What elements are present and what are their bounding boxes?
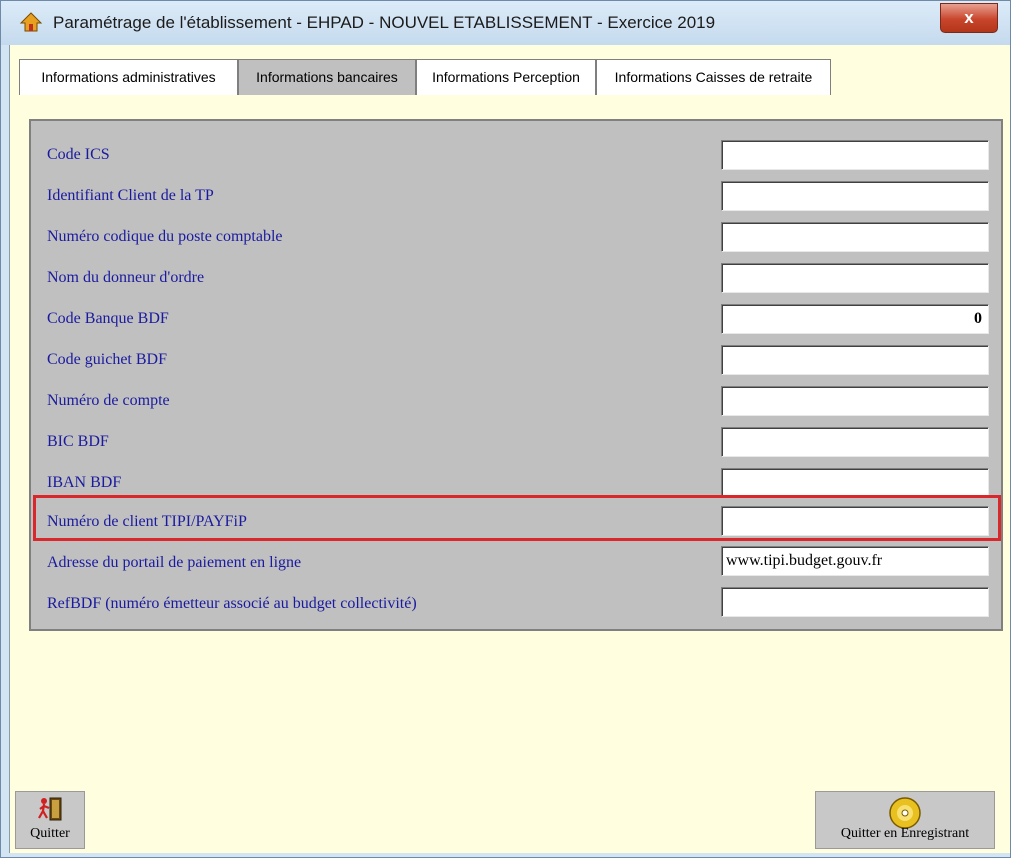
label-iban-bdf: IBAN BDF: [47, 474, 122, 491]
input-adresse-portail[interactable]: www.tipi.budget.gouv.fr: [721, 546, 989, 576]
tab-informations-bancaires[interactable]: Informations bancaires: [238, 59, 416, 95]
input-numero-de-compte[interactable]: [721, 386, 989, 416]
label-adresse-portail: Adresse du portail de paiement en ligne: [47, 554, 302, 571]
close-button[interactable]: x: [940, 3, 998, 33]
input-code-guichet-bdf[interactable]: [721, 345, 989, 375]
input-numero-codique[interactable]: [721, 222, 989, 252]
tab-informations-perception[interactable]: Informations Perception: [416, 59, 596, 95]
label-refbdf: RefBDF (numéro émetteur associé au budge…: [47, 595, 417, 612]
input-refbdf[interactable]: [721, 587, 989, 617]
input-code-banque-bdf[interactable]: 0: [721, 304, 989, 334]
highlight-box: [33, 495, 1001, 541]
window-title: Paramétrage de l'établissement - EHPAD -…: [53, 13, 716, 32]
input-iban-bdf[interactable]: [721, 468, 989, 498]
label-bic-bdf: BIC BDF: [47, 433, 109, 450]
house-icon: [19, 12, 43, 32]
tab-informations-administratives[interactable]: Informations administratives: [19, 59, 238, 95]
input-nom-donneur-ordre[interactable]: [721, 263, 989, 293]
input-code-ics[interactable]: [721, 140, 989, 170]
label-numero-codique: Numéro codique du poste comptable: [47, 228, 283, 245]
tab-informations-caisses-de-retraite[interactable]: Informations Caisses de retraite: [596, 59, 831, 95]
quit-button[interactable]: Quitter: [15, 791, 85, 849]
input-identifiant-client-tp[interactable]: [721, 181, 989, 211]
quit-button-label: Quitter: [30, 826, 70, 841]
title-bar[interactable]: Paramétrage de l'établissement - EHPAD -…: [1, 1, 1010, 45]
settings-window: Paramétrage de l'établissement - EHPAD -…: [0, 0, 1011, 858]
exit-door-icon: [38, 797, 62, 821]
quit-save-button[interactable]: Quitter en Enregistrant: [815, 791, 995, 849]
label-identifiant-client-tp: Identifiant Client de la TP: [47, 187, 214, 204]
label-numero-de-compte: Numéro de compte: [47, 392, 170, 409]
disc-icon: [889, 797, 921, 829]
input-bic-bdf[interactable]: [721, 427, 989, 457]
label-code-ics: Code ICS: [47, 146, 110, 163]
label-nom-donneur-ordre: Nom du donneur d'ordre: [47, 269, 205, 286]
label-code-banque-bdf: Code Banque BDF: [47, 310, 169, 327]
label-code-guichet-bdf: Code guichet BDF: [47, 351, 167, 368]
quit-save-button-label: Quitter en Enregistrant: [840, 826, 970, 841]
